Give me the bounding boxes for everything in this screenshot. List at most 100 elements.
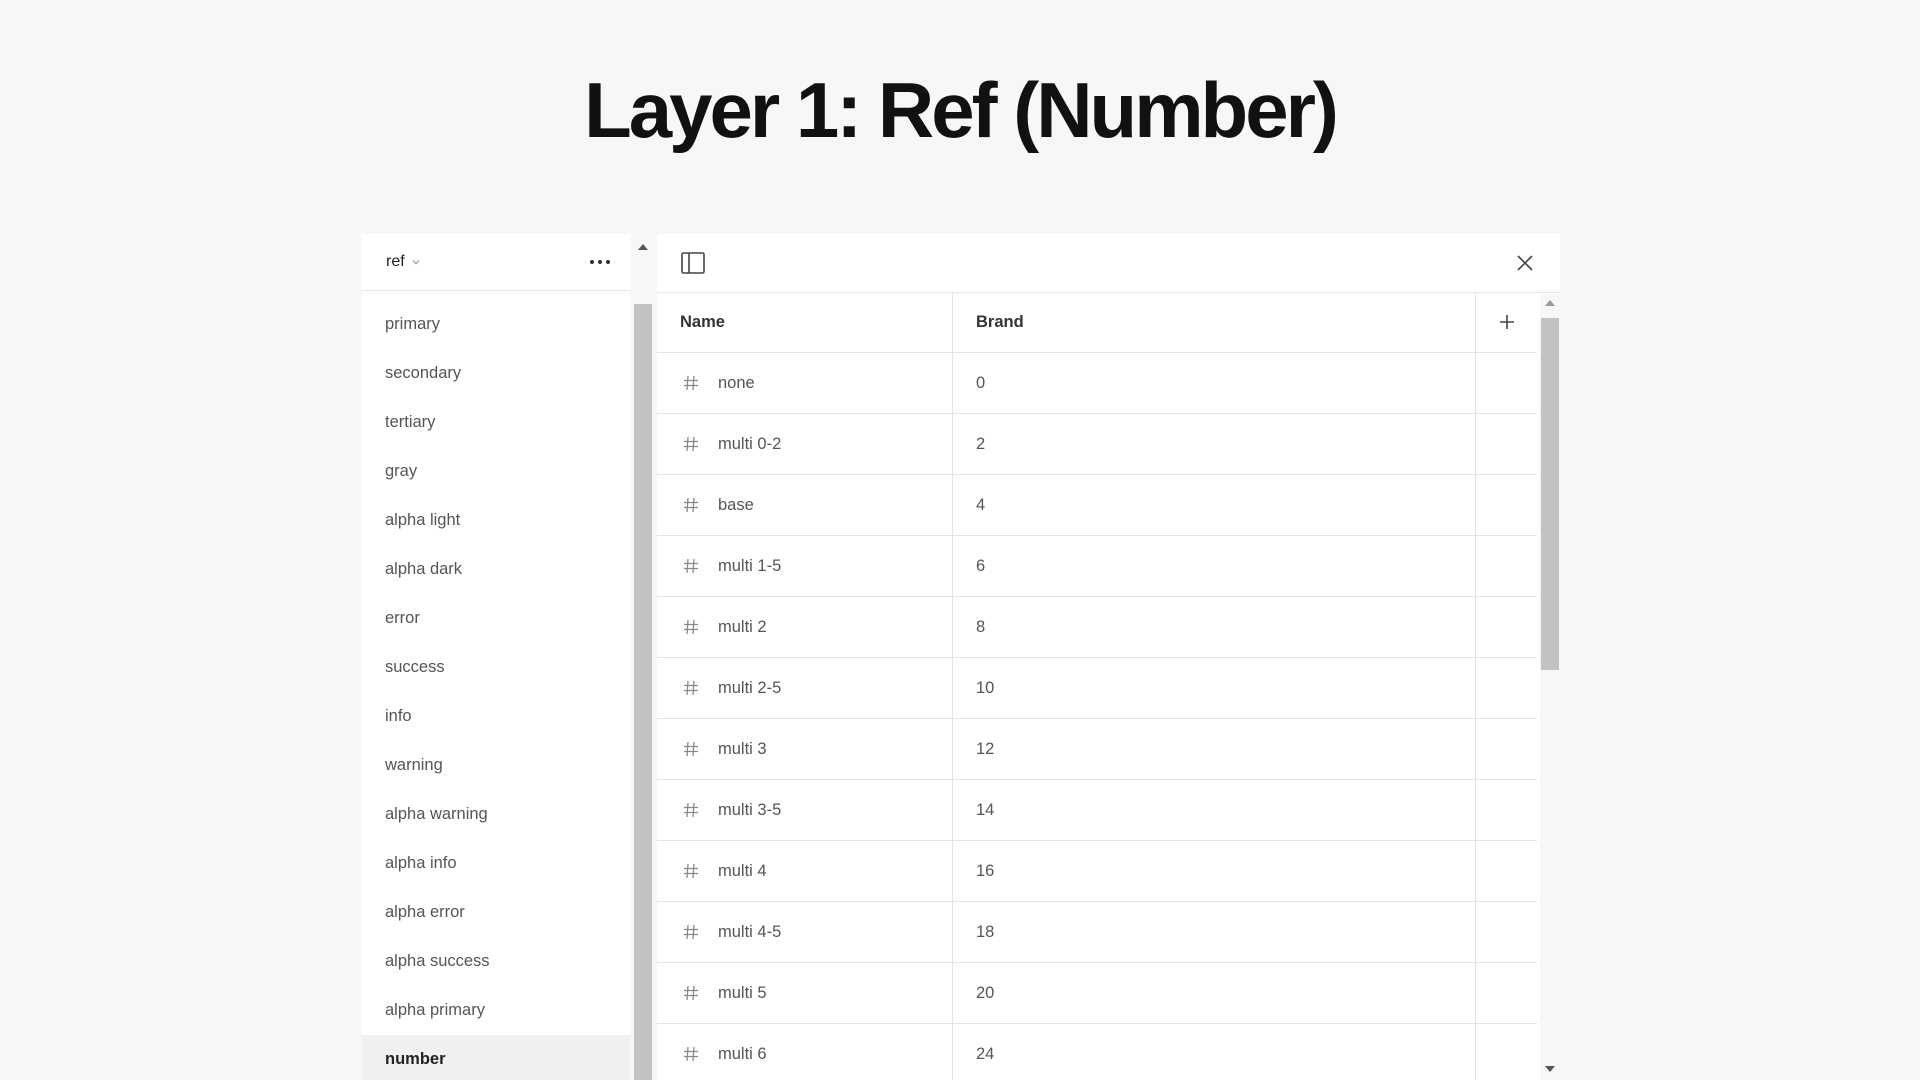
scroll-up-arrow-icon[interactable] [1545, 300, 1555, 306]
more-options-button[interactable] [588, 254, 612, 270]
panel-header [657, 234, 1560, 293]
sidebar-group-item[interactable]: alpha light [362, 496, 630, 545]
variable-name: multi 4 [718, 861, 767, 880]
sidebar-group-item[interactable]: error [362, 594, 630, 643]
table-row[interactable]: multi 3 12 [657, 719, 1537, 780]
sidebar-group-item[interactable]: tertiary [362, 398, 630, 447]
empty-cell [1476, 658, 1537, 718]
sidebar-group-item[interactable]: alpha info [362, 839, 630, 888]
variable-name-cell[interactable]: multi 2 [657, 597, 953, 657]
table-row[interactable]: multi 3-5 14 [657, 780, 1537, 841]
empty-cell [1476, 536, 1537, 596]
table-scrollbar[interactable] [1540, 294, 1560, 1080]
scrollbar-thumb[interactable] [634, 304, 652, 1080]
empty-cell [1476, 719, 1537, 779]
empty-cell [1476, 475, 1537, 535]
variable-groups-sidebar: ref primary secondary tertiary gray alpha li… [362, 234, 630, 1080]
variable-name-cell[interactable]: multi 4-5 [657, 902, 953, 962]
table-row[interactable]: multi 2-5 10 [657, 658, 1537, 719]
empty-cell [1476, 963, 1537, 1023]
sidebar-header: ref [362, 234, 630, 291]
sidebar-group-item[interactable]: primary [362, 300, 630, 349]
variable-value-cell[interactable]: 10 [953, 658, 1476, 718]
variable-value-cell[interactable]: 2 [953, 414, 1476, 474]
scroll-up-arrow-icon[interactable] [638, 244, 648, 250]
sidebar-group-item[interactable]: alpha error [362, 888, 630, 937]
variable-name: multi 1-5 [718, 556, 782, 575]
variable-value-cell[interactable]: 20 [953, 963, 1476, 1023]
variable-value-cell[interactable]: 16 [953, 841, 1476, 901]
sidebar-group-item[interactable]: success [362, 643, 630, 692]
column-header-mode[interactable]: Brand [953, 292, 1476, 352]
hash-icon [684, 497, 698, 513]
scrollbar-thumb[interactable] [1541, 318, 1559, 670]
variables-panel: Name Brand none 0 multi 0-2 2 base 4 multi 1-5… [657, 234, 1560, 1080]
variable-name-cell[interactable]: multi 2-5 [657, 658, 953, 718]
variable-value-cell[interactable]: 24 [953, 1024, 1476, 1080]
more-horizontal-icon [590, 260, 594, 264]
variable-name-cell[interactable]: multi 5 [657, 963, 953, 1023]
scroll-down-arrow-icon[interactable] [1545, 1066, 1555, 1072]
table-row[interactable]: multi 4 16 [657, 841, 1537, 902]
sidebar-group-item[interactable]: info [362, 692, 630, 741]
variable-name-cell[interactable]: base [657, 475, 953, 535]
collection-name: ref [386, 253, 405, 270]
hash-icon [684, 1046, 698, 1062]
empty-cell [1476, 780, 1537, 840]
sidebar-group-item[interactable]: alpha primary [362, 986, 630, 1035]
variable-value-cell[interactable]: 8 [953, 597, 1476, 657]
table-row[interactable]: multi 6 24 [657, 1024, 1537, 1080]
hash-icon [684, 924, 698, 940]
variable-name: multi 2-5 [718, 678, 782, 697]
table-row[interactable]: multi 1-5 6 [657, 536, 1537, 597]
variable-name: multi 5 [718, 983, 767, 1002]
chevron-down-icon [412, 260, 420, 265]
sidebar-group-item[interactable]: alpha warning [362, 790, 630, 839]
sidebar-group-item[interactable]: alpha dark [362, 545, 630, 594]
variable-value-cell[interactable]: 4 [953, 475, 1476, 535]
variable-value-cell[interactable]: 6 [953, 536, 1476, 596]
variable-value-cell[interactable]: 0 [953, 353, 1476, 413]
table-row[interactable]: base 4 [657, 475, 1537, 536]
sidebar-group-item[interactable]: number [362, 1035, 630, 1080]
page-title: Layer 1: Ref (Number) [584, 66, 1339, 154]
variable-name: multi 4-5 [718, 922, 782, 941]
variable-name-cell[interactable]: multi 0-2 [657, 414, 953, 474]
table-row[interactable]: multi 0-2 2 [657, 414, 1537, 475]
variable-name: multi 3 [718, 739, 767, 758]
sidebar-group-item[interactable]: secondary [362, 349, 630, 398]
table-row[interactable]: multi 5 20 [657, 963, 1537, 1024]
sidebar-group-item[interactable]: warning [362, 741, 630, 790]
table-row[interactable]: multi 2 8 [657, 597, 1537, 658]
variable-name: multi 2 [718, 617, 767, 636]
sidebar-group-item[interactable]: alpha success [362, 937, 630, 986]
variable-name-cell[interactable]: multi 3-5 [657, 780, 953, 840]
hash-icon [684, 863, 698, 879]
empty-cell [1476, 353, 1537, 413]
sidebar-scrollbar[interactable] [630, 234, 656, 1080]
hash-icon [684, 741, 698, 757]
variable-value-cell[interactable]: 18 [953, 902, 1476, 962]
empty-cell [1476, 414, 1537, 474]
hash-icon [684, 680, 698, 696]
sidebar-toggle-icon[interactable] [681, 252, 705, 274]
close-icon[interactable] [1516, 254, 1534, 272]
table-row[interactable]: none 0 [657, 353, 1537, 414]
variable-name-cell[interactable]: multi 6 [657, 1024, 953, 1080]
sidebar-group-item[interactable]: gray [362, 447, 630, 496]
add-column-button[interactable] [1476, 292, 1537, 352]
variable-name-cell[interactable]: multi 1-5 [657, 536, 953, 596]
collection-selector[interactable]: ref [386, 253, 421, 271]
variable-name: multi 3-5 [718, 800, 782, 819]
variable-value-cell[interactable]: 14 [953, 780, 1476, 840]
variable-value-cell[interactable]: 12 [953, 719, 1476, 779]
hash-icon [684, 558, 698, 574]
table-header-row: Name Brand [657, 292, 1537, 353]
variable-name-cell[interactable]: none [657, 353, 953, 413]
variable-name: multi 0-2 [718, 434, 782, 453]
table-row[interactable]: multi 4-5 18 [657, 902, 1537, 963]
group-list: primary secondary tertiary gray alpha light a… [362, 300, 630, 1080]
variable-name-cell[interactable]: multi 3 [657, 719, 953, 779]
variable-name-cell[interactable]: multi 4 [657, 841, 953, 901]
hash-icon [684, 619, 698, 635]
